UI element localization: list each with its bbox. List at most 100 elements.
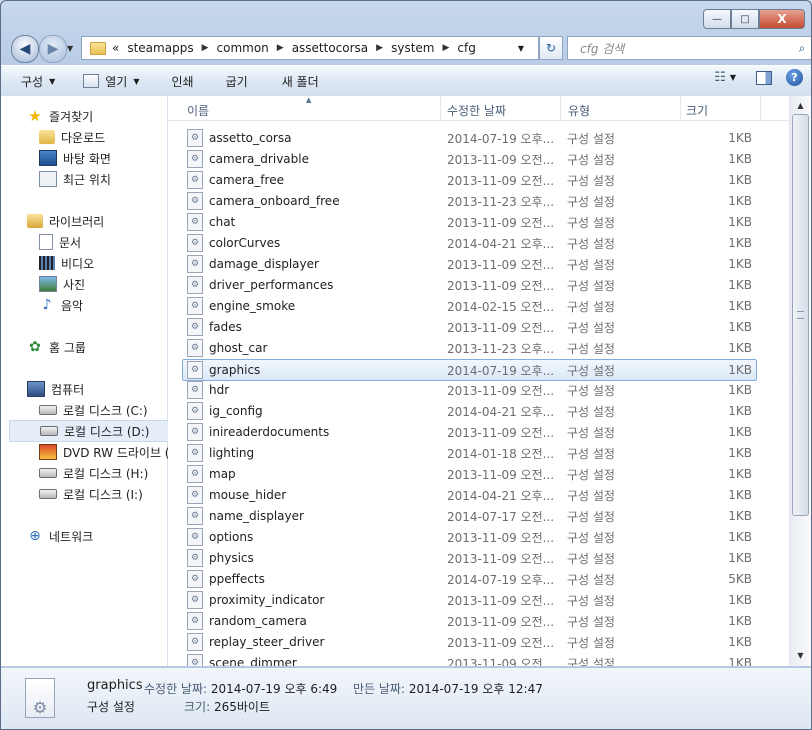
file-row[interactable]: ⚙ name_displayer 2014-07-17 오전... 구성 설정 1KB <box>183 506 756 526</box>
file-size: 1KB <box>728 383 752 397</box>
sidebar-item-homegroup[interactable]: ✿ 홈 그룹 <box>27 337 86 357</box>
scrollbar-thumb[interactable] <box>792 114 809 516</box>
file-row[interactable]: ⚙ colorCurves 2014-04-21 오후... 구성 설정 1KB <box>183 233 756 253</box>
file-row[interactable]: ⚙ inireaderdocuments 2013-11-09 오전... 구성 설정… <box>183 422 756 442</box>
file-row[interactable]: ⚙ driver_performances 2013-11-09 오전... 구성 설… <box>183 275 756 295</box>
search-icon[interactable]: ⌕ <box>793 41 811 56</box>
address-dropdown-icon[interactable]: ▼ <box>518 44 524 53</box>
file-name: scene_dimmer <box>209 656 297 666</box>
column-header-size[interactable]: 크기 <box>686 102 708 119</box>
config-file-icon: ⚙ <box>187 444 203 462</box>
breadcrumb-system[interactable]: system <box>391 41 434 55</box>
file-row[interactable]: ⚙ graphics 2014-07-19 오후... 구성 설정 1KB <box>182 359 757 381</box>
breadcrumb-cfg[interactable]: cfg <box>457 41 475 55</box>
file-type: 구성 설정 <box>567 509 615 524</box>
refresh-icon[interactable]: ↻ <box>539 36 563 60</box>
file-type: 구성 설정 <box>567 446 615 461</box>
file-type: 구성 설정 <box>567 425 615 440</box>
created-label: 만든 날짜: <box>352 682 405 696</box>
file-row[interactable]: ⚙ damage_displayer 2013-11-09 오전... 구성 설정 1K… <box>183 254 756 274</box>
column-header-date[interactable]: 수정한 날짜 <box>447 102 506 119</box>
config-file-icon: ⚙ <box>187 213 203 231</box>
file-row[interactable]: ⚙ camera_free 2013-11-09 오전... 구성 설정 1KB <box>183 170 756 190</box>
maximize-button[interactable]: □ <box>731 9 759 29</box>
file-row[interactable]: ⚙ camera_drivable 2013-11-09 오전... 구성 설정 1KB <box>183 149 756 169</box>
breadcrumb-assettocorsa[interactable]: assettocorsa <box>292 41 368 55</box>
sidebar-item-label: 다운로드 <box>61 130 106 145</box>
sidebar-item-dvd[interactable]: DVD RW 드라이브 ( <box>39 442 169 462</box>
file-row[interactable]: ⚙ scene_dimmer 2013-11-09 오전... 구성 설정 1KB <box>183 653 756 666</box>
preview-pane-icon[interactable] <box>756 70 772 85</box>
column-divider[interactable] <box>760 96 761 120</box>
file-row[interactable]: ⚙ ig_config 2014-04-21 오후... 구성 설정 1KB <box>183 401 756 421</box>
search-input[interactable]: cfg 검색 <box>580 40 793 57</box>
scroll-up-icon[interactable]: ▲ <box>790 98 811 114</box>
file-row[interactable]: ⚙ random_camera 2013-11-09 오전... 구성 설정 1KB <box>183 611 756 631</box>
file-row[interactable]: ⚙ replay_steer_driver 2013-11-09 오전... 구성 설… <box>183 632 756 652</box>
sidebar-item-drive-c[interactable]: 로컬 디스크 (C:) <box>39 400 148 420</box>
file-row[interactable]: ⚙ assetto_corsa 2014-07-19 오후... 구성 설정 1KB <box>183 128 756 148</box>
breadcrumb-separator-icon[interactable]: ▶ <box>376 43 383 53</box>
file-row[interactable]: ⚙ lighting 2014-01-18 오전... 구성 설정 1KB <box>183 443 756 463</box>
details-size: 크기: 265바이트 <box>184 698 270 715</box>
column-divider[interactable] <box>440 96 441 120</box>
sidebar-item-pictures[interactable]: 사진 <box>39 274 85 294</box>
file-row[interactable]: ⚙ fades 2013-11-09 오전... 구성 설정 1KB <box>183 317 756 337</box>
file-size: 1KB <box>728 656 752 666</box>
file-row[interactable]: ⚙ map 2013-11-09 오전... 구성 설정 1KB <box>183 464 756 484</box>
sidebar-item-libraries[interactable]: 라이브러리 <box>27 211 104 231</box>
file-row[interactable]: ⚙ hdr 2013-11-09 오전... 구성 설정 1KB <box>183 380 756 400</box>
chevron-down-icon[interactable]: ▼ <box>730 73 736 82</box>
file-row[interactable]: ⚙ camera_onboard_free 2013-11-23 오후... 구성 설… <box>183 191 756 211</box>
size-label: 크기: <box>184 700 211 714</box>
vertical-scrollbar[interactable]: ▲ ▼ <box>789 96 811 666</box>
sidebar-item-drive-i[interactable]: 로컬 디스크 (I:) <box>39 484 143 504</box>
breadcrumb-separator-icon[interactable]: ▶ <box>442 43 449 53</box>
help-icon[interactable]: ? <box>786 69 803 86</box>
breadcrumb-overflow[interactable]: « <box>112 41 119 55</box>
close-button[interactable]: X <box>759 9 805 29</box>
file-row[interactable]: ⚙ proximity_indicator 2013-11-09 오전... 구성 설… <box>183 590 756 610</box>
file-size: 1KB <box>728 509 752 523</box>
file-row[interactable]: ⚙ ppeffects 2014-07-19 오후... 구성 설정 5KB <box>183 569 756 589</box>
column-header-type[interactable]: 유형 <box>568 102 590 119</box>
new-folder-button[interactable]: 새 폴더 <box>278 69 323 93</box>
sidebar-item-desktop[interactable]: 바탕 화면 <box>39 148 111 168</box>
column-divider[interactable] <box>680 96 681 120</box>
file-size: 1KB <box>728 363 752 377</box>
breadcrumb-steamapps[interactable]: steamapps <box>127 41 193 55</box>
back-button[interactable]: ◀ <box>11 35 39 63</box>
burn-button[interactable]: 굽기 <box>222 69 252 93</box>
file-row[interactable]: ⚙ chat 2013-11-09 오전... 구성 설정 1KB <box>183 212 756 232</box>
recent-pages-dropdown-icon[interactable]: ▼ <box>67 44 73 53</box>
file-row[interactable]: ⚙ engine_smoke 2014-02-15 오전... 구성 설정 1KB <box>183 296 756 316</box>
sidebar-item-network[interactable]: ⊕ 네트워크 <box>27 526 93 546</box>
breadcrumb-separator-icon[interactable]: ▶ <box>202 43 209 53</box>
scroll-down-icon[interactable]: ▼ <box>790 648 811 664</box>
sidebar-item-videos[interactable]: 비디오 <box>39 253 94 273</box>
address-bar[interactable]: « steamapps ▶ common ▶ assettocorsa ▶ sy… <box>81 36 539 60</box>
file-row[interactable]: ⚙ mouse_hider 2014-04-21 오후... 구성 설정 1KB <box>183 485 756 505</box>
sidebar-item-documents[interactable]: 문서 <box>39 232 81 252</box>
view-options-icon[interactable]: ☷ <box>714 70 726 85</box>
file-row[interactable]: ⚙ physics 2013-11-09 오전... 구성 설정 1KB <box>183 548 756 568</box>
column-header-name[interactable]: 이름 <box>187 102 209 119</box>
breadcrumb-common[interactable]: common <box>217 41 269 55</box>
sidebar-item-computer[interactable]: 컴퓨터 <box>27 379 84 399</box>
organize-button[interactable]: 구성 ▼ <box>17 69 59 93</box>
print-button[interactable]: 인쇄 <box>168 69 198 93</box>
file-row[interactable]: ⚙ ghost_car 2013-11-23 오후... 구성 설정 1KB <box>183 338 756 358</box>
column-divider[interactable] <box>560 96 561 120</box>
sidebar-item-downloads[interactable]: 다운로드 <box>39 127 105 147</box>
sidebar-item-drive-h[interactable]: 로컬 디스크 (H:) <box>39 463 148 483</box>
sidebar-item-drive-d[interactable]: 로컬 디스크 (D:) <box>9 420 169 442</box>
minimize-button[interactable]: — <box>703 9 731 29</box>
search-box[interactable]: cfg 검색 ⌕ <box>567 36 811 60</box>
sidebar-item-favorites[interactable]: ★ 즐겨찾기 <box>27 106 93 126</box>
open-button[interactable]: 열기 ▼ <box>79 69 143 93</box>
forward-button[interactable]: ▶ <box>39 35 67 63</box>
breadcrumb-separator-icon[interactable]: ▶ <box>277 43 284 53</box>
sidebar-item-recent[interactable]: 최근 위치 <box>39 169 111 189</box>
sidebar-item-music[interactable]: ♪ 음악 <box>39 295 84 315</box>
file-row[interactable]: ⚙ options 2013-11-09 오전... 구성 설정 1KB <box>183 527 756 547</box>
